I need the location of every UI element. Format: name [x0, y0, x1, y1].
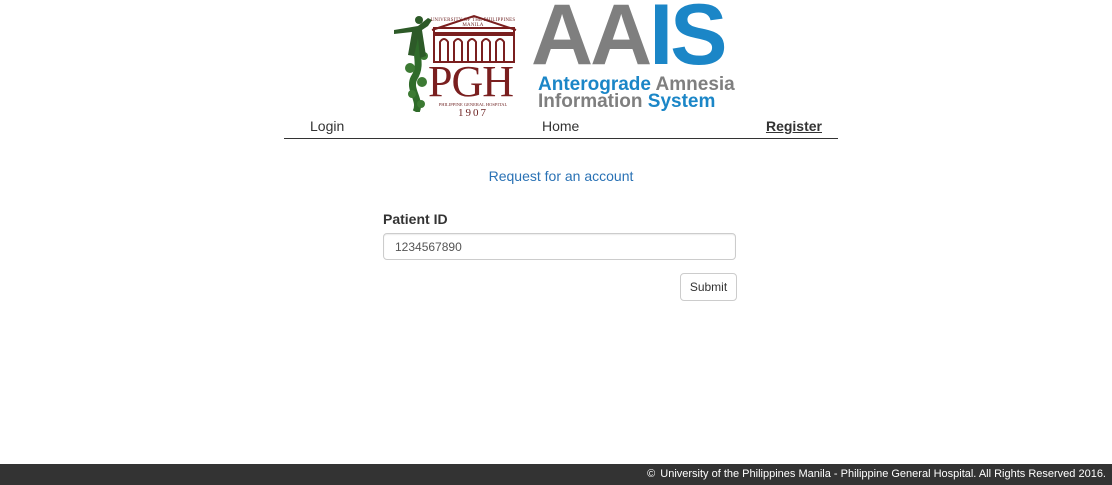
nav-register-link[interactable]: Register [766, 118, 822, 134]
pgh-seal-logo: UNIVERSITY OF THE PHILIPPINES MANILA PGH… [388, 8, 528, 119]
request-account-heading: Request for an account [488, 168, 634, 184]
patient-id-label: Patient ID [383, 211, 448, 227]
footer-copyright-text: University of the Philippines Manila - P… [660, 468, 1106, 480]
copyright-icon: © [647, 468, 656, 480]
subtitle-system: System [647, 91, 716, 112]
wordmark-is: IS [649, 0, 727, 83]
page: UNIVERSITY OF THE PHILIPPINES MANILA PGH… [0, 0, 1112, 485]
aais-wordmark: AAIS [531, 0, 727, 78]
subtitle-information: Information [538, 91, 643, 112]
wordmark-subtitle-line2: Information System [538, 92, 715, 111]
aais-logo: UNIVERSITY OF THE PHILIPPINES MANILA PGH… [388, 0, 735, 119]
wordmark-aa: AA [531, 0, 652, 83]
nav-home-link[interactable]: Home [542, 118, 579, 134]
seal-pgh-letters: PGH [428, 57, 514, 106]
footer-copyright: © University of the Philippines Manila -… [647, 468, 1106, 481]
nav-login-link[interactable]: Login [310, 118, 344, 134]
footer: © University of the Philippines Manila -… [0, 464, 1112, 485]
main-nav: Login Home Register [284, 114, 838, 139]
patient-id-input[interactable] [383, 233, 736, 260]
seal-university-text: UNIVERSITY OF THE PHILIPPINES MANILA [430, 18, 516, 28]
submit-button[interactable]: Submit [680, 273, 737, 301]
